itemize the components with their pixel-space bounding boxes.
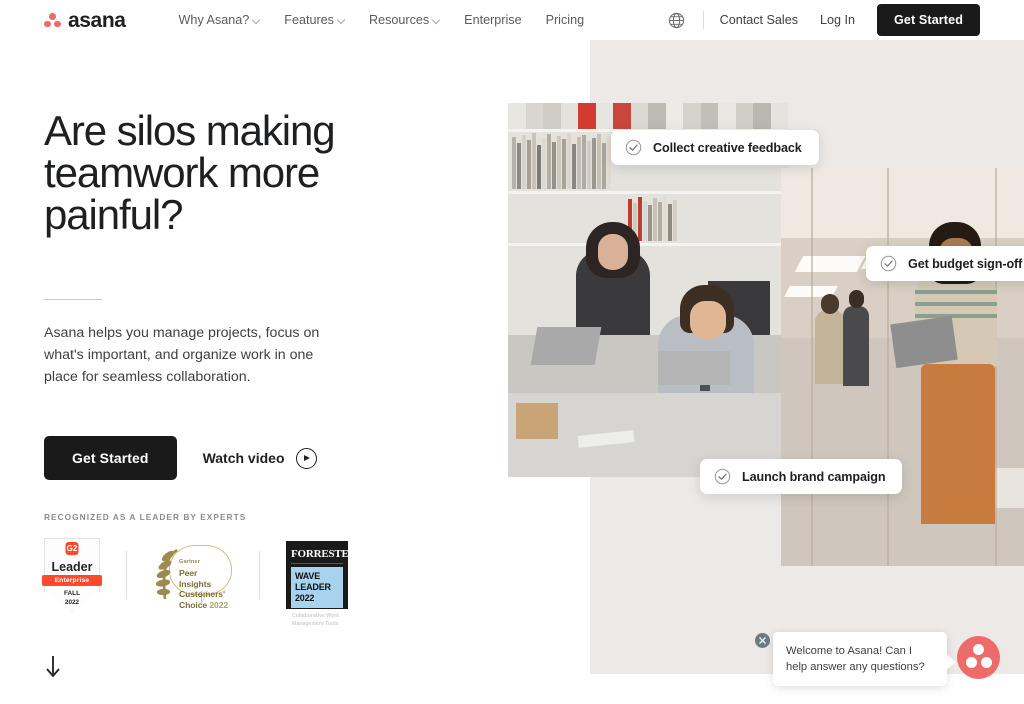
log-in-link[interactable]: Log In — [820, 13, 855, 27]
asana-logo[interactable]: asana — [44, 10, 126, 31]
hero-subcopy: Asana helps you manage projects, focus o… — [44, 325, 320, 386]
gartner-line-2: Customers' — [179, 589, 225, 600]
chip-label: Collect creative feedback — [653, 140, 802, 155]
chip-label: Launch brand campaign — [742, 469, 886, 484]
nav-item-label: Resources — [368, 13, 430, 27]
asana-logo-text: asana — [68, 8, 126, 32]
gartner-peer-insights-badge[interactable]: Gartner Peer Insights Customers' Choice … — [153, 542, 233, 611]
gartner-brand: Gartner — [179, 559, 200, 565]
header-actions: Contact Sales Log In Get Started — [668, 4, 980, 36]
nav-item-label: Features — [284, 13, 334, 27]
globe-icon[interactable] — [668, 12, 685, 29]
arrow-down-icon[interactable] — [43, 655, 63, 679]
g2-badge-title: Leader — [51, 560, 93, 574]
awards-row: G2 Leader Enterprise FALL 2022 Gartner P… — [42, 538, 357, 627]
forrester-award: WAVE LEADER 2022 — [291, 567, 343, 609]
hero-cta-row: Get Started Watch video — [44, 436, 444, 481]
nav-item-why-asana[interactable]: Why Asana? — [179, 13, 261, 27]
check-circle-icon — [880, 255, 897, 272]
asana-dots-logo-icon — [973, 644, 984, 655]
g2-badge-period: FALL 2022 — [64, 590, 80, 607]
awards-label: RECOGNIZED AS A LEADER BY EXPERTS — [44, 512, 247, 522]
chat-message-bubble[interactable]: Welcome to Asana! Can I help answer any … — [773, 632, 956, 687]
gartner-badge-text: Gartner Peer Insights Customers' Choice … — [179, 550, 231, 611]
chat-launcher-button[interactable] — [957, 636, 1000, 679]
g2-badge-band: Enterprise — [42, 575, 102, 586]
hero-get-started-button[interactable]: Get Started — [44, 436, 177, 481]
g2-leader-badge[interactable]: G2 Leader Enterprise FALL 2022 — [42, 538, 102, 612]
close-icon — [759, 637, 766, 644]
photo-office-corridor — [781, 168, 1024, 566]
nav-item-features[interactable]: Features — [284, 13, 345, 27]
forrester-category: Collaborative Work Management Tools — [292, 613, 340, 628]
primary-navigation: Why Asana? Features Resources Enterprise… — [179, 13, 585, 27]
forrester-wave-badge[interactable]: FORRESTER WAVE LEADER 2022 Collaborative… — [286, 541, 357, 627]
awards-section: RECOGNIZED AS A LEADER BY EXPERTS G2 Lea… — [42, 512, 357, 627]
site-header: asana Why Asana? Features Resources Ente… — [0, 0, 1024, 40]
nav-item-resources[interactable]: Resources — [369, 13, 440, 27]
chip-label: Get budget sign-off — [908, 256, 1023, 271]
check-circle-icon — [714, 468, 731, 485]
gartner-line-1: Peer Insights — [179, 568, 212, 589]
forrester-brand: FORRESTER — [291, 546, 357, 564]
chip-collect-creative-feedback[interactable]: Collect creative feedback — [611, 130, 819, 165]
nav-item-label: Enterprise — [464, 13, 522, 27]
chip-launch-brand-campaign[interactable]: Launch brand campaign — [700, 459, 903, 494]
nav-item-label: Why Asana? — [178, 13, 250, 27]
g2-logo-icon: G2 — [65, 542, 79, 555]
chevron-down-icon — [433, 17, 440, 24]
chevron-down-icon — [253, 17, 260, 24]
chat-close-button[interactable] — [755, 633, 770, 648]
play-icon — [295, 447, 317, 469]
watch-video-label: Watch video — [202, 450, 285, 467]
watch-video-button[interactable]: Watch video — [202, 447, 317, 469]
hero-content: Are silos making teamwork more painful? … — [44, 107, 444, 481]
header-get-started-button[interactable]: Get Started — [877, 4, 980, 36]
nav-item-label: Pricing — [545, 13, 585, 27]
page-title: Are silos making teamwork more painful? — [44, 107, 336, 238]
chevron-down-icon — [338, 17, 345, 24]
header-divider — [702, 11, 704, 29]
gartner-line-3: Choice 2022 — [179, 599, 229, 610]
awards-divider — [259, 551, 260, 599]
asana-dots-logo-icon — [44, 13, 61, 28]
nav-item-pricing[interactable]: Pricing — [546, 13, 585, 27]
check-circle-icon — [625, 139, 642, 156]
awards-divider — [126, 551, 127, 599]
chip-get-budget-sign-off[interactable]: Get budget sign-off — [866, 246, 1024, 281]
nav-item-enterprise[interactable]: Enterprise — [464, 13, 521, 27]
landing-page: asana Why Asana? Features Resources Ente… — [0, 0, 1024, 704]
hero-divider — [44, 299, 102, 301]
chat-message-text: Welcome to Asana! Can I help answer any … — [786, 645, 925, 674]
contact-sales-link[interactable]: Contact Sales — [720, 13, 798, 27]
